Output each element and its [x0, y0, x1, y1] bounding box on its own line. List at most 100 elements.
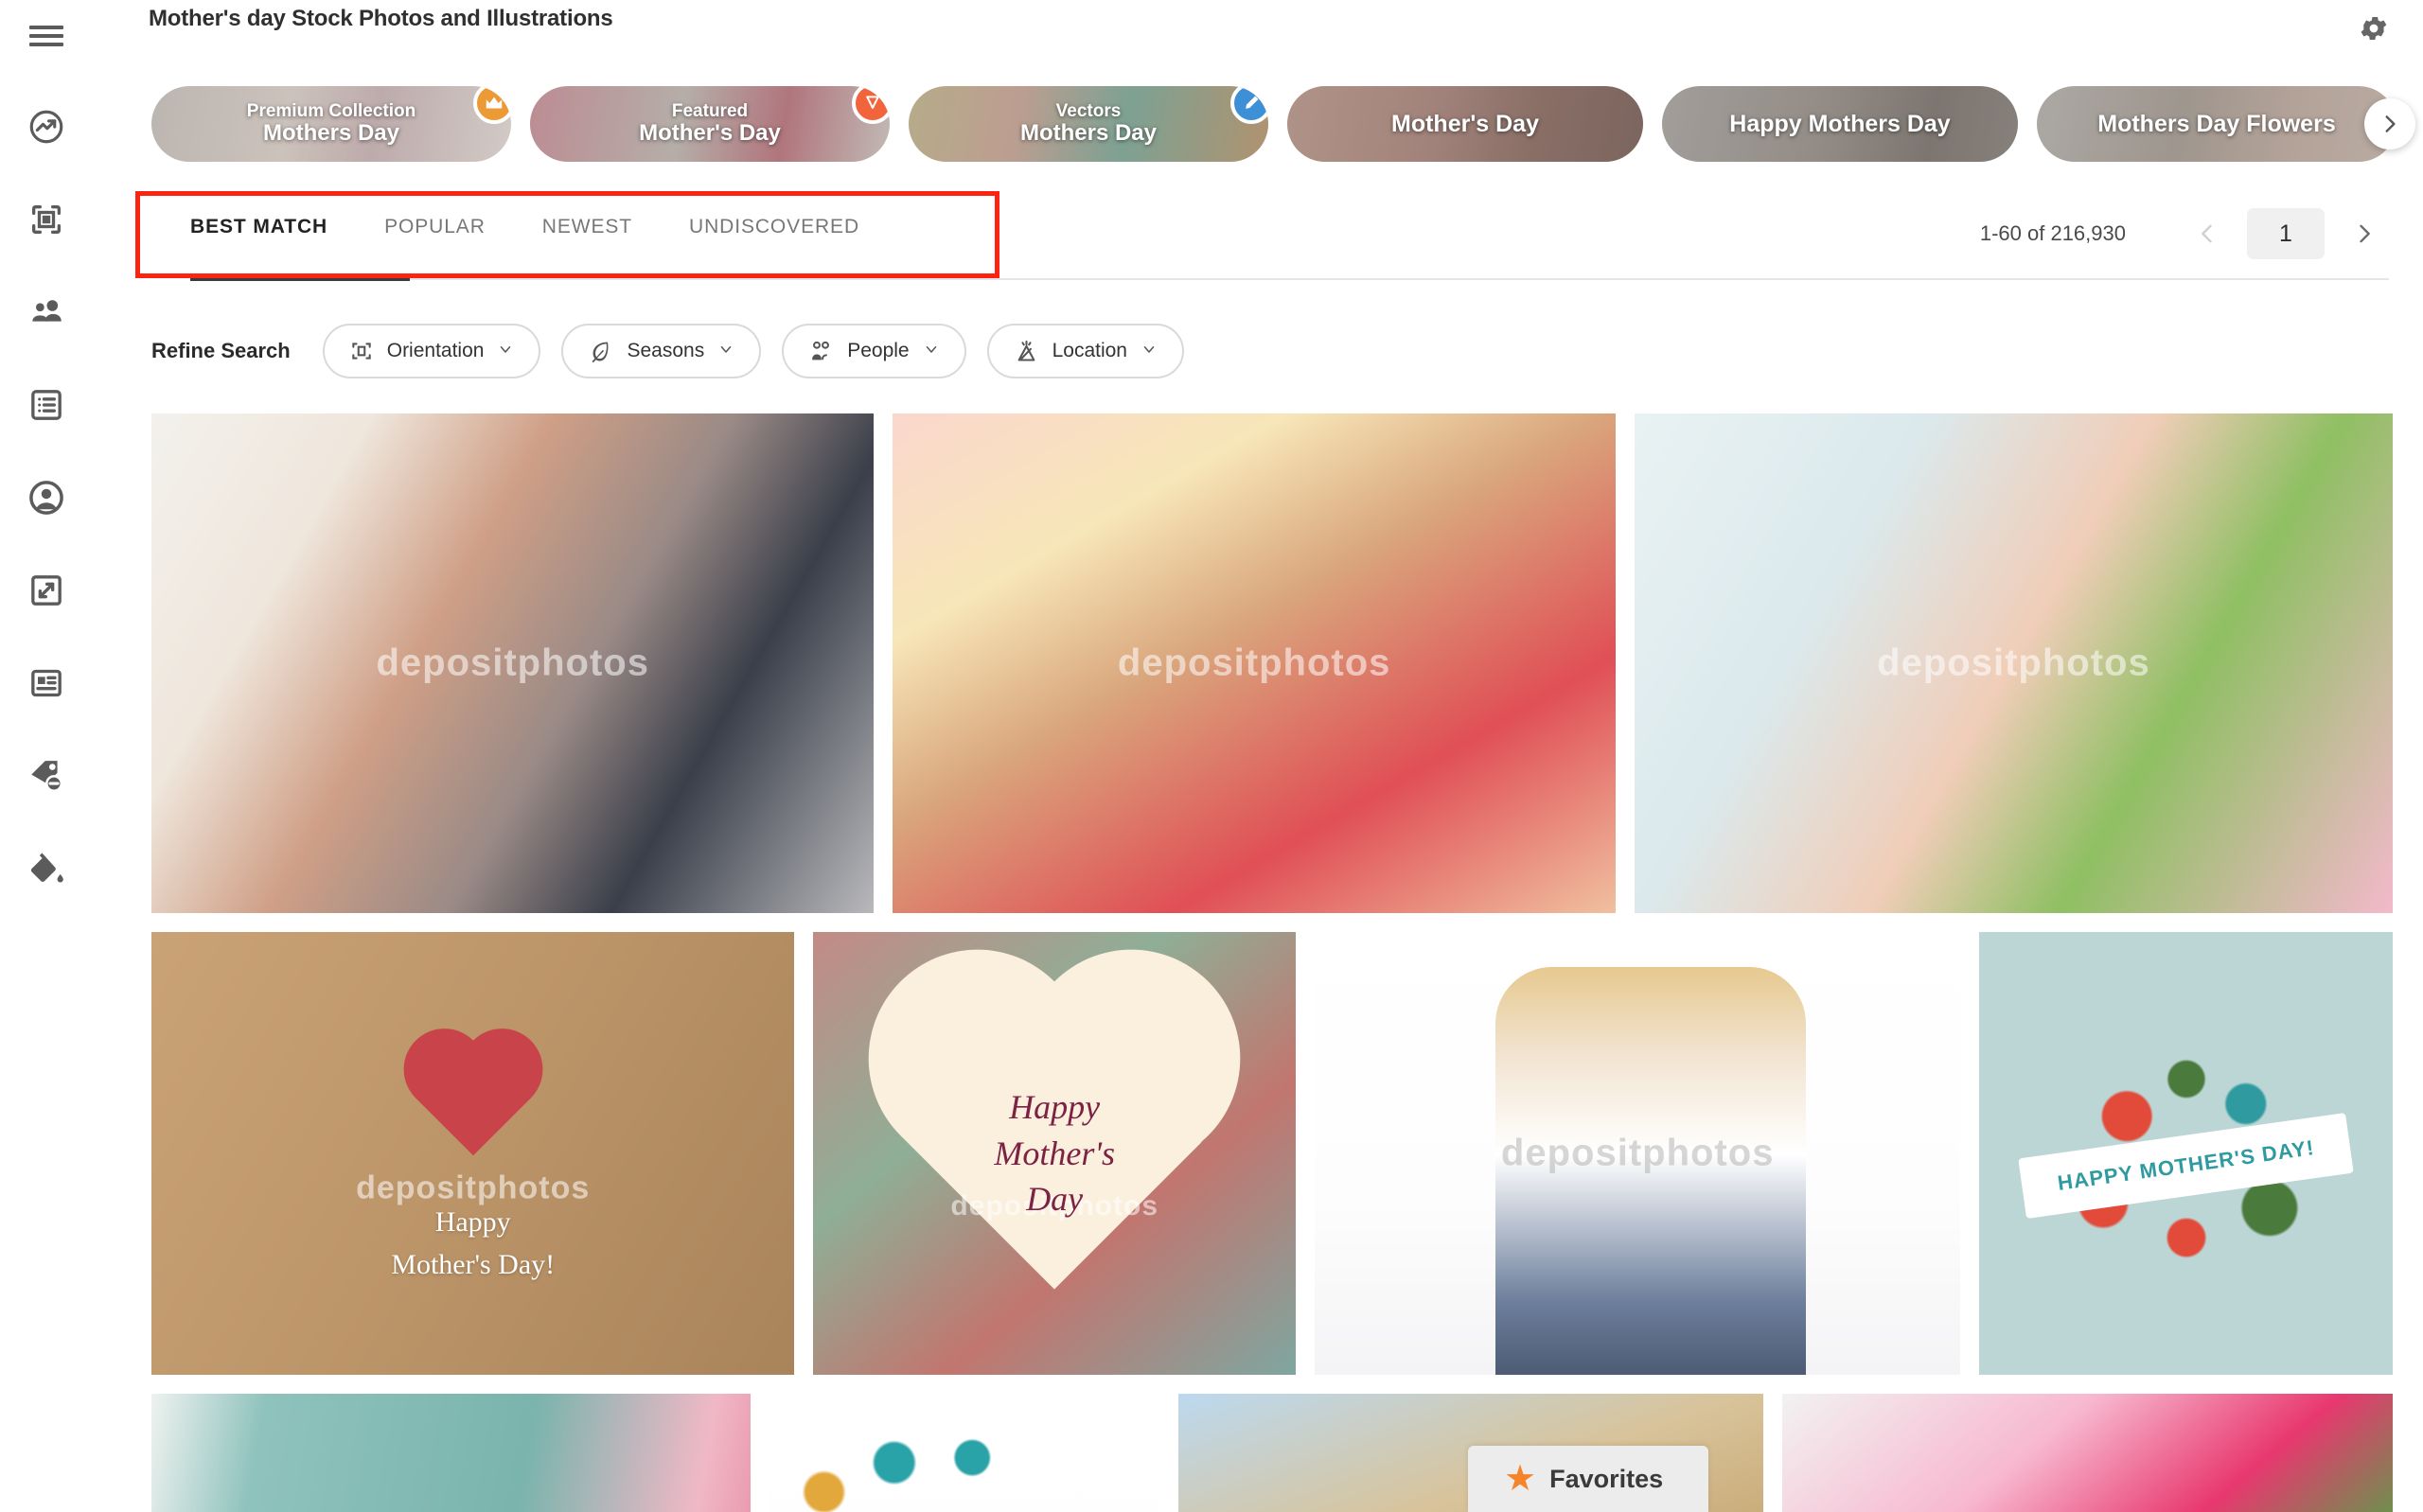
collection-chip[interactable]: Featured Mother's Day: [530, 86, 890, 162]
chevron-left-icon[interactable]: [2186, 213, 2228, 255]
people-icon: [808, 339, 834, 364]
chip-label-single: Happy Mothers Day: [1729, 111, 1951, 137]
paint-bucket-icon[interactable]: [18, 840, 75, 897]
user-account-icon[interactable]: [18, 469, 75, 526]
chip-label-top: Premium Collection: [246, 100, 416, 121]
thumb-image: [1781, 1394, 2393, 1512]
script-line1: Happy: [1009, 1088, 1101, 1127]
medal-icon: [852, 86, 890, 124]
trending-chart-icon[interactable]: [18, 98, 75, 155]
chevron-down-icon: [923, 341, 940, 362]
filter-people[interactable]: People: [782, 324, 966, 378]
chip-label-bottom: Mothers Day: [1019, 120, 1158, 147]
star-icon: ★: [1504, 1459, 1537, 1499]
thumb-subject: [1495, 967, 1806, 1375]
chip-label-single: Mother's Day: [1391, 111, 1539, 137]
resize-expand-icon[interactable]: [18, 562, 75, 619]
refine-search-label: Refine Search: [151, 339, 291, 362]
leaf-icon: [588, 339, 613, 364]
refine-search-bar: Refine Search Orientation Seasons People…: [151, 324, 1184, 378]
results-grid: depositphotos depositphotos depositphoto…: [151, 413, 2393, 1512]
chevron-down-icon: [1141, 341, 1158, 362]
result-thumb[interactable]: Happy Mother's Day depositphotos: [813, 932, 1296, 1375]
chevron-right-icon[interactable]: [2343, 213, 2385, 255]
location-landmark-icon: [1014, 339, 1039, 364]
chip-label: Happy Mothers Day: [1705, 111, 1974, 137]
checklist-icon[interactable]: [18, 377, 75, 433]
people-group-icon[interactable]: [18, 284, 75, 341]
page-title: Mother's day Stock Photos and Illustrati…: [149, 6, 613, 31]
chip-label-top: Vectors: [1055, 100, 1122, 121]
thumb-image: [1634, 413, 2393, 913]
article-layout-icon[interactable]: [18, 655, 75, 712]
favorites-button[interactable]: ★ Favorites: [1468, 1446, 1708, 1512]
chevron-down-icon: [717, 341, 734, 362]
left-sidebar: [0, 0, 93, 1512]
collection-chip[interactable]: Premium Collection Mothers Day: [151, 86, 511, 162]
paper-hearts-decoration: [415, 1040, 531, 1156]
filter-orientation[interactable]: Orientation: [322, 324, 541, 378]
hamburger-menu-icon[interactable]: [18, 8, 75, 64]
favorites-label: Favorites: [1549, 1464, 1664, 1493]
app-root: Mother's day Stock Photos and Illustrati…: [0, 0, 2423, 1512]
result-thumb[interactable]: depositphotos: [1634, 413, 2393, 913]
chip-label-top: Featured: [671, 100, 749, 121]
result-thumb[interactable]: [151, 1394, 752, 1512]
chip-label-single: Mothers Day Flowers: [2097, 111, 2336, 137]
results-count: 1-60 of 216,930: [1979, 221, 2126, 245]
collection-chip[interactable]: Happy Mothers Day: [1662, 86, 2018, 162]
chip-label: Featured Mother's Day: [614, 101, 805, 147]
chip-label: Vectors Mothers Day: [996, 101, 1181, 147]
tab-undiscovered[interactable]: UNDISCOVERED: [689, 216, 859, 271]
crown-icon: [473, 86, 511, 124]
results-row: [151, 1394, 2393, 1512]
active-tab-underline: [190, 276, 410, 281]
tabbar-rule: [244, 278, 2389, 280]
result-thumb[interactable]: [1781, 1394, 2393, 1512]
thumb-caption: Happy Mother's Day!: [151, 1201, 794, 1286]
gear-icon[interactable]: [2353, 8, 2395, 49]
chip-label: Premium Collection Mothers Day: [222, 101, 440, 147]
collection-chips: Premium Collection Mothers Day Featured …: [151, 85, 2423, 163]
result-thumb[interactable]: HAPPY MOTHER'S DAY!: [1979, 932, 2393, 1375]
result-thumb[interactable]: [769, 1394, 1160, 1512]
filter-label: Orientation: [386, 340, 485, 361]
chip-label: Mother's Day: [1367, 111, 1564, 137]
page-number[interactable]: 1: [2247, 208, 2325, 259]
result-thumb[interactable]: depositphotos: [1314, 932, 1961, 1375]
pagination: 1-60 of 216,930 1: [1980, 208, 2385, 259]
chip-label-bottom: Mothers Day: [262, 120, 400, 147]
results-row: depositphotos depositphotos depositphoto…: [151, 413, 2393, 913]
thumb-image: [151, 413, 875, 913]
filter-label: Seasons: [627, 340, 705, 361]
thumb-image: [893, 413, 1616, 913]
tag-remove-icon[interactable]: [18, 747, 75, 804]
result-thumb[interactable]: depositphotos Happy Mother's Day!: [151, 932, 795, 1375]
chip-label: Mothers Day Flowers: [2073, 111, 2360, 137]
collection-chip[interactable]: Vectors Mothers Day: [909, 86, 1268, 162]
chevron-down-icon: [497, 341, 514, 362]
filter-seasons[interactable]: Seasons: [561, 324, 762, 378]
chips-next-button[interactable]: [2364, 98, 2415, 149]
tabbar: BEST MATCH POPULAR NEWEST UNDISCOVERED 1…: [93, 189, 2423, 281]
pen-nib-icon: [1230, 86, 1268, 124]
typography-decoration: [769, 1394, 1160, 1512]
filter-location[interactable]: Location: [986, 324, 1184, 378]
collection-chip[interactable]: Mother's Day: [1287, 86, 1643, 162]
tab-newest[interactable]: NEWEST: [542, 216, 632, 271]
chip-label-bottom: Mother's Day: [639, 120, 781, 147]
thumb-caption-line2: Mother's Day!: [391, 1249, 556, 1281]
filter-label: Location: [1052, 340, 1127, 361]
result-thumb[interactable]: depositphotos: [151, 413, 875, 913]
results-row: depositphotos Happy Mother's Day! Happy …: [151, 932, 2393, 1375]
orientation-frame-icon: [349, 339, 374, 363]
result-thumb[interactable]: depositphotos: [893, 413, 1616, 913]
collection-chip[interactable]: Mothers Day Flowers: [2037, 86, 2396, 162]
crop-focus-icon[interactable]: [18, 191, 75, 248]
thumb-image: [151, 1394, 752, 1512]
thumb-script-text: Happy Mother's Day: [994, 1084, 1115, 1222]
script-line2: Mother's: [994, 1134, 1116, 1172]
tab-best-match[interactable]: BEST MATCH: [190, 216, 327, 271]
tab-popular[interactable]: POPULAR: [384, 216, 486, 271]
script-line3: Day: [1026, 1180, 1084, 1219]
